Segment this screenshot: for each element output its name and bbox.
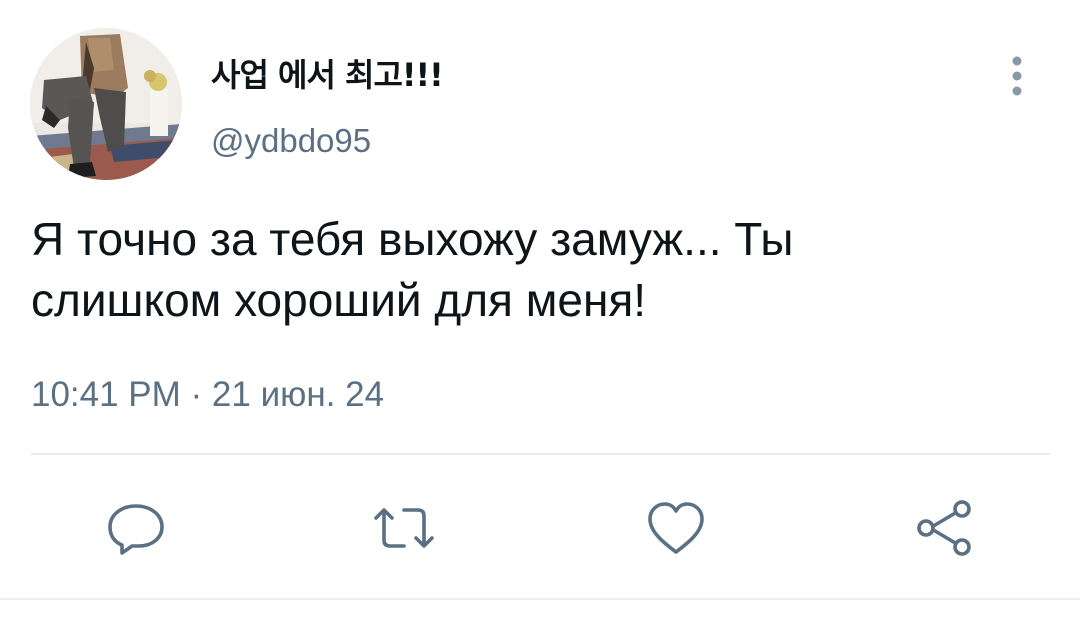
divider	[31, 453, 1050, 455]
retweet-button[interactable]	[372, 500, 434, 556]
share-button[interactable]	[914, 500, 974, 556]
reply-icon	[108, 504, 164, 555]
tweet-text-line-2: слишком хороший для меня!	[31, 274, 647, 326]
display-name[interactable]: 사업 에서 최고!!!	[211, 50, 444, 96]
avatar[interactable]	[30, 28, 182, 180]
like-button[interactable]	[646, 500, 706, 556]
reply-button[interactable]	[106, 500, 166, 556]
more-options-icon[interactable]	[1002, 54, 1032, 98]
tweet-card: 사업 에서 최고!!! @ydbdo95 Я точно за тебя вых…	[0, 0, 1080, 618]
tweet-text-line-1: Я точно за тебя выхожу замуж... Ты	[31, 213, 794, 265]
heart-icon	[648, 502, 704, 554]
retweet-icon	[374, 508, 434, 548]
tweet-text: Я точно за тебя выхожу замуж... Ты слишк…	[31, 209, 1041, 331]
bottom-divider	[0, 598, 1080, 600]
tweet-timestamp[interactable]: 10:41 PM · 21 июн. 24	[31, 375, 384, 415]
share-icon	[917, 500, 971, 556]
user-handle[interactable]: @ydbdo95	[211, 122, 371, 160]
